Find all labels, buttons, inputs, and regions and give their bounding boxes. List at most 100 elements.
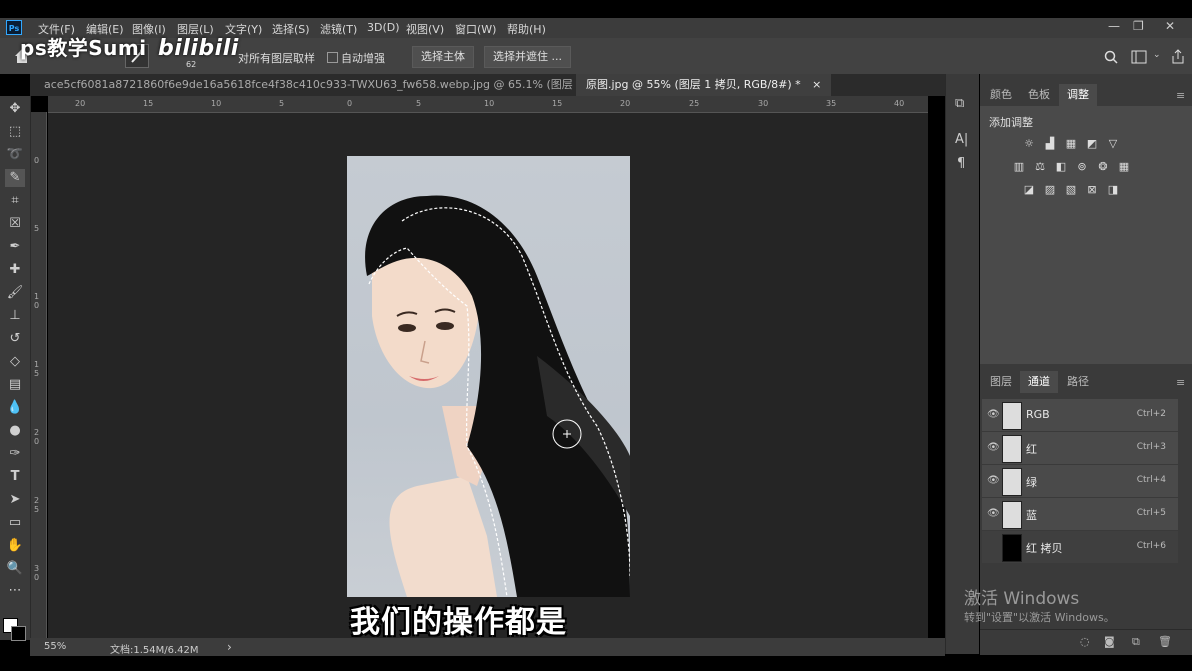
vibrance-icon[interactable]: ▽ [1106, 138, 1120, 150]
more-tools-icon[interactable]: ⋯ [5, 582, 25, 600]
collapsed-panel-strip: ⧉ A| ¶ [945, 74, 979, 654]
visibility-eye-icon[interactable]: 👁 [987, 442, 1000, 453]
zoom-tool-icon[interactable]: 🔍 [5, 560, 25, 578]
channel-row[interactable]: 👁 红 Ctrl+3 [982, 432, 1178, 465]
photo-filter-icon[interactable]: ⊚ [1075, 161, 1089, 173]
color-balance-icon[interactable]: ⚖ [1033, 161, 1047, 173]
frame-tool-icon[interactable]: ☒ [5, 215, 25, 233]
minimize-button[interactable]: — [1108, 19, 1120, 33]
history-panel-icon[interactable]: ⧉ [955, 96, 964, 111]
document-image[interactable] [347, 156, 630, 597]
tab-label: 原图.jpg @ 55% (图层 1 拷贝, RGB/8#) * [586, 78, 801, 91]
character-panel-icon[interactable]: A| [955, 132, 968, 147]
menu-select[interactable]: 选择(S) [272, 21, 310, 37]
bilibili-logo: bilibili [158, 36, 239, 61]
workspace-chevron-down-icon[interactable]: ⌄ [1153, 50, 1161, 60]
channel-row[interactable]: 红 拷贝 Ctrl+6 [982, 531, 1178, 564]
eraser-tool-icon[interactable]: ◇ [5, 353, 25, 371]
select-and-mask-button[interactable]: 选择并遮住 ... [484, 46, 571, 68]
tab-color[interactable]: 颜色 [982, 84, 1020, 106]
background-color-swatch[interactable] [11, 626, 26, 641]
rectangle-tool-icon[interactable]: ▭ [5, 514, 25, 532]
brightness-icon[interactable]: ☼ [1022, 138, 1036, 150]
type-tool-icon[interactable]: T [5, 468, 25, 486]
blur-tool-icon[interactable]: 💧 [5, 399, 25, 417]
threshold-icon[interactable]: ▧ [1064, 184, 1078, 196]
selective-color-icon[interactable]: ⊠ [1085, 184, 1099, 196]
exposure-icon[interactable]: ◩ [1085, 138, 1099, 150]
tab-swatches[interactable]: 色板 [1020, 84, 1058, 106]
curves-icon[interactable]: ▦ [1064, 138, 1078, 150]
paragraph-panel-icon[interactable]: ¶ [957, 156, 965, 171]
channel-row[interactable]: 👁 蓝 Ctrl+5 [982, 498, 1178, 531]
ruler-tick: 5 [34, 224, 40, 233]
channel-name: 红 拷贝 [1026, 542, 1063, 555]
brush-size-value[interactable]: 62 [186, 60, 196, 69]
visibility-eye-icon[interactable]: 👁 [987, 508, 1000, 519]
tab-label: ace5cf6081a8721860f6e9de16a5618fce4f38c4… [44, 78, 648, 91]
select-subject-button[interactable]: 选择主体 [412, 46, 474, 68]
history-brush-tool-icon[interactable]: ↺ [5, 330, 25, 348]
share-icon[interactable] [1171, 49, 1185, 64]
invert-icon[interactable]: ◪ [1022, 184, 1036, 196]
auto-enhance-checkbox[interactable] [327, 52, 338, 63]
eyedropper-tool-icon[interactable]: ✒ [5, 238, 25, 256]
black-white-icon[interactable]: ◧ [1054, 161, 1068, 173]
new-channel-icon[interactable]: ⧉ [1132, 635, 1140, 649]
visibility-eye-icon[interactable]: 👁 [987, 475, 1000, 486]
load-selection-icon[interactable]: ◌ [1080, 635, 1090, 648]
close-button[interactable]: ✕ [1165, 19, 1175, 33]
levels-icon[interactable]: ▟ [1043, 138, 1057, 150]
status-menu-chevron-right-icon[interactable]: › [227, 640, 232, 654]
top-black-bar [0, 0, 1192, 18]
pen-tool-icon[interactable]: ✑ [5, 445, 25, 463]
channel-mixer-icon[interactable]: ❂ [1096, 161, 1110, 173]
menu-filter[interactable]: 滤镜(T) [320, 21, 357, 37]
ruler-tick: 0 [347, 99, 353, 108]
menu-window[interactable]: 窗口(W) [455, 21, 496, 37]
channel-row[interactable]: 👁 绿 Ctrl+4 [982, 465, 1178, 498]
save-selection-icon[interactable]: ◙ [1104, 635, 1115, 648]
lasso-tool-icon[interactable]: ➰ [5, 146, 25, 164]
crop-tool-icon[interactable]: ⌗ [5, 192, 25, 210]
panel-menu-icon[interactable]: ≡ [1176, 89, 1185, 102]
gradient-map-icon[interactable]: ◨ [1106, 184, 1120, 196]
tab-layers[interactable]: 图层 [982, 371, 1020, 393]
channels-menu-icon[interactable]: ≡ [1176, 376, 1185, 389]
tab-document-2[interactable]: 原图.jpg @ 55% (图层 1 拷贝, RGB/8#) * × [576, 74, 832, 96]
sample-all-layers-label[interactable]: 对所有图层取样 [238, 50, 315, 66]
channel-name: 蓝 [1026, 509, 1037, 522]
channel-name: 红 [1026, 443, 1037, 456]
tab-paths[interactable]: 路径 [1059, 371, 1097, 393]
restore-button[interactable]: ❐ [1133, 19, 1144, 33]
workspace-icon[interactable] [1131, 50, 1147, 64]
dodge-tool-icon[interactable]: ● [5, 422, 25, 440]
ruler-vertical: 0 5 1 0 1 5 2 0 2 5 3 0 [30, 112, 47, 638]
channel-thumbnail [1002, 435, 1022, 463]
color-lookup-icon[interactable]: ▦ [1117, 161, 1131, 173]
healing-brush-tool-icon[interactable]: ✚ [5, 261, 25, 279]
search-icon[interactable] [1104, 50, 1118, 64]
path-selection-tool-icon[interactable]: ➤ [5, 491, 25, 509]
zoom-level[interactable]: 55% [44, 641, 66, 652]
gradient-tool-icon[interactable]: ▤ [5, 376, 25, 394]
brush-tool-icon[interactable]: 🖌 [5, 284, 25, 302]
move-tool-icon[interactable]: ✥ [5, 100, 25, 118]
menu-view[interactable]: 视图(V) [406, 21, 444, 37]
menu-3d[interactable]: 3D(D) [367, 21, 400, 34]
menu-help[interactable]: 帮助(H) [507, 21, 546, 37]
hand-tool-icon[interactable]: ✋ [5, 537, 25, 555]
add-adjustment-heading: 添加调整 [989, 116, 1033, 129]
marquee-tool-icon[interactable]: ⬚ [5, 123, 25, 141]
tools-panel: ✥ ⬚ ➰ ✎ ⌗ ☒ ✒ ✚ 🖌 ⊥ ↺ ◇ ▤ 💧 ● ✑ T ➤ ▭ ✋ … [0, 96, 31, 641]
tab-channels[interactable]: 通道 [1020, 371, 1058, 393]
clone-stamp-tool-icon[interactable]: ⊥ [5, 307, 25, 325]
posterize-icon[interactable]: ▨ [1043, 184, 1057, 196]
tab-adjustments[interactable]: 调整 [1059, 84, 1097, 106]
visibility-eye-icon[interactable]: 👁 [987, 409, 1000, 420]
channel-row[interactable]: 👁 RGB Ctrl+2 [982, 399, 1178, 432]
quick-selection-tool-icon[interactable]: ✎ [5, 169, 25, 187]
hue-saturation-icon[interactable]: ▥ [1012, 161, 1026, 173]
tab-close-icon[interactable]: × [812, 78, 821, 91]
delete-channel-icon[interactable]: 🗑 [1158, 635, 1172, 648]
